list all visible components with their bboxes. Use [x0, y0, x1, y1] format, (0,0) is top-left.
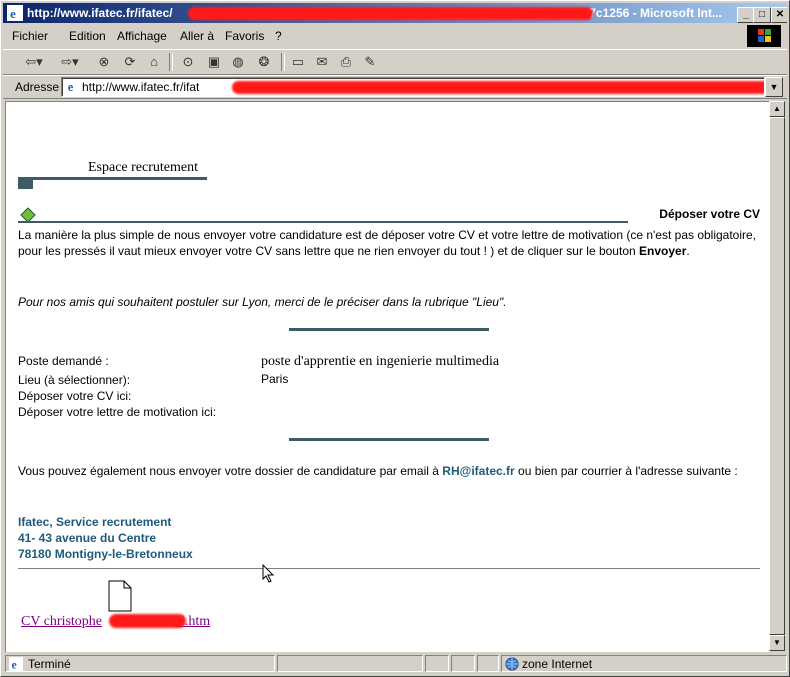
globe-icon [505, 657, 519, 671]
page-heading: Déposer votre CV [659, 207, 760, 221]
form-label-lieu: Lieu (à sélectionner): [18, 373, 131, 387]
heading-rule [18, 221, 628, 223]
redaction-mark [109, 614, 186, 628]
page-status-icon: e [9, 657, 23, 671]
menu-bar: Fichier Edition Affichage Aller à Favori… [3, 25, 787, 47]
form-label-lettre: Déposer votre lettre de motivation ici: [18, 405, 217, 419]
divider [289, 328, 489, 331]
address-bar: Adresse e http://www.ifatec.fr/ifatnt ▼ [3, 75, 787, 99]
svg-text:e: e [68, 80, 74, 94]
channels-icon[interactable]: ❂ [255, 53, 273, 71]
intro-paragraph: La manière la plus simple de nous envoye… [18, 228, 757, 258]
refresh-icon[interactable]: ⟳ [121, 53, 139, 71]
menu-affichage[interactable]: Affichage [117, 29, 167, 43]
footer-rule [18, 568, 760, 569]
redaction-mark [232, 81, 764, 94]
form-value-poste: poste d'apprentie en ingenierie multimed… [261, 354, 500, 369]
ie-logo-icon: e [7, 5, 23, 21]
toolbar-separator [281, 53, 285, 71]
email-link[interactable]: RH@ifatec.fr [442, 464, 514, 478]
menu-favoris[interactable]: Favoris [225, 29, 264, 43]
svg-text:e: e [10, 6, 16, 21]
zone-text: zone Internet [522, 657, 593, 671]
section-marker [18, 179, 33, 189]
address-line-1: Ifatec, Service recrutement [18, 515, 172, 529]
stop-icon[interactable]: ⊗ [95, 53, 113, 71]
toolbar-separator [169, 53, 173, 71]
fullscreen-icon[interactable]: ▭ [289, 53, 307, 71]
mouse-cursor-icon [262, 564, 275, 583]
svg-text:e: e [12, 659, 17, 671]
address-line-3: 78180 Montigny-le-Bretonneux [18, 547, 193, 561]
maximize-button[interactable]: □ [753, 7, 771, 23]
form-label-poste: Poste demandé : [18, 354, 109, 368]
history-icon[interactable]: ◍ [229, 53, 247, 71]
toolbar: ⇦▾ ⇨▾ ⊗ ⟳ ⌂ ⊙ ▣ ◍ ❂ ▭ ✉ ⎙ ✎ [3, 49, 787, 75]
status-panel [425, 655, 449, 672]
status-zone-panel: zone Internet [501, 655, 787, 672]
menu-aller-a[interactable]: Aller à [180, 29, 214, 43]
close-button[interactable]: ✕ [771, 7, 787, 23]
scroll-up-button[interactable]: ▲ [769, 101, 785, 117]
title-bar: e http://www.ifatec.fr/ifatec/a7c1256 - … [3, 3, 787, 23]
mail-icon[interactable]: ✉ [313, 53, 331, 71]
email-paragraph: Vous pouvez également nous envoyer votre… [18, 464, 738, 478]
favorites-icon[interactable]: ▣ [205, 53, 223, 71]
address-dropdown-button[interactable]: ▼ [765, 77, 783, 97]
status-panel [477, 655, 499, 672]
section-underline [18, 177, 207, 180]
form-value-lieu: Paris [261, 372, 289, 386]
print-icon[interactable]: ⎙ [337, 53, 355, 71]
status-panel [277, 655, 423, 672]
forward-icon[interactable]: ⇨▾ [59, 53, 81, 71]
lyon-note: Pour nos amis qui souhaitent postuler su… [18, 295, 507, 309]
menu-help[interactable]: ? [275, 29, 282, 43]
section-title: Espace recrutement [88, 160, 198, 175]
form-label-cv: Déposer votre CV ici: [18, 389, 132, 403]
status-text: Terminé [28, 657, 71, 671]
address-input[interactable]: e http://www.ifatec.fr/ifatnt [61, 77, 765, 97]
home-icon[interactable]: ⌂ [145, 53, 163, 71]
status-bar: e Terminé zone Internet [3, 654, 787, 674]
scroll-down-button[interactable]: ▼ [769, 635, 785, 651]
page-content: Espace recrutement Déposer votre CV La m… [5, 101, 770, 652]
scroll-thumb[interactable] [769, 117, 785, 635]
browser-window: e http://www.ifatec.fr/ifatec/a7c1256 - … [0, 0, 790, 677]
search-icon[interactable]: ⊙ [179, 53, 197, 71]
vertical-scrollbar[interactable]: ▲ ▼ [769, 101, 785, 651]
status-main-panel: e Terminé [5, 655, 275, 672]
menu-fichier[interactable]: Fichier [12, 29, 48, 43]
windows-logo-icon [747, 25, 781, 47]
edit-icon[interactable]: ✎ [361, 53, 379, 71]
status-panel [451, 655, 475, 672]
back-icon[interactable]: ⇦▾ [23, 53, 45, 71]
intro-bold: Envoyer [639, 244, 687, 258]
menu-edition[interactable]: Edition [69, 29, 106, 43]
page-icon: e [65, 79, 80, 94]
document-icon[interactable] [108, 580, 132, 612]
divider [289, 438, 489, 441]
address-line-2: 41- 43 avenue du Centre [18, 531, 157, 545]
redaction-mark [188, 7, 593, 20]
address-label: Adresse [15, 80, 60, 94]
